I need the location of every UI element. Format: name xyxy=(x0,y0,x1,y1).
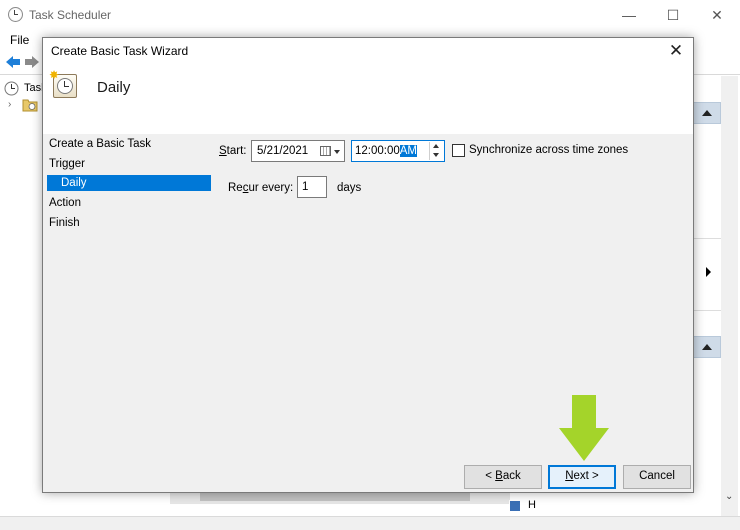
next-button-rest: ext > xyxy=(573,470,599,482)
step-daily[interactable]: Daily xyxy=(47,175,211,191)
green-down-arrow-icon xyxy=(559,395,609,461)
sync-time-zones-label[interactable]: Synchronize across time zones xyxy=(469,144,628,156)
menu-file[interactable]: File xyxy=(10,33,29,47)
back-button-rest: ack xyxy=(502,470,521,482)
main-window-title: Task Scheduler xyxy=(29,8,112,22)
cancel-button[interactable]: Cancel xyxy=(623,465,691,489)
back-button-mnemonic: B xyxy=(495,470,503,482)
sync-time-zones-checkbox[interactable] xyxy=(452,144,465,157)
start-date-value: 5/21/2021 xyxy=(257,145,309,157)
spin-down-icon[interactable] xyxy=(433,153,439,157)
recur-every-input[interactable]: 1 xyxy=(297,176,327,198)
start-time-picker[interactable]: 12:00:00AM xyxy=(351,140,445,162)
recur-every-value: 1 xyxy=(302,181,309,193)
start-label-mnemonic: S xyxy=(219,145,227,157)
clock-icon xyxy=(4,81,19,96)
recur-label-post: ur every: xyxy=(248,182,294,194)
actions-separator xyxy=(693,310,721,311)
submenu-arrow-icon[interactable] xyxy=(706,267,711,277)
statusbar xyxy=(0,516,740,530)
actions-separator xyxy=(693,238,721,239)
recur-unit-label: days xyxy=(337,182,362,194)
start-date-picker[interactable]: 5/21/2021 xyxy=(251,140,345,162)
minimize-button[interactable]: — xyxy=(606,0,652,30)
actions-help-partial[interactable]: H xyxy=(528,499,536,511)
main-titlebar: Task Scheduler — ☐ ✕ xyxy=(0,0,740,30)
help-icon[interactable] xyxy=(509,500,521,512)
step-create-basic-task[interactable]: Create a Basic Task xyxy=(49,136,151,152)
calendar-icon[interactable] xyxy=(320,146,331,156)
start-time-value: 12:00:00AM xyxy=(355,145,418,157)
dialog-close-icon[interactable]: ✕ xyxy=(661,38,691,64)
close-main-button[interactable]: ✕ xyxy=(694,0,740,30)
chevron-down-icon[interactable] xyxy=(334,150,340,154)
task-scheduler-clock-icon xyxy=(8,7,23,22)
next-button[interactable]: Next > xyxy=(548,465,616,489)
scroll-thumb[interactable] xyxy=(200,493,470,501)
vertical-scrollbar[interactable]: ⌄ xyxy=(721,76,738,516)
time-spinner[interactable] xyxy=(429,142,443,160)
start-time-ampm[interactable]: AM xyxy=(399,145,418,157)
next-button-mnemonic: N xyxy=(565,470,574,482)
folder-icon xyxy=(22,99,38,112)
maximize-button[interactable]: ☐ xyxy=(650,0,696,30)
wizard-header: ✸ Daily xyxy=(43,64,693,134)
start-label: Start: xyxy=(219,145,246,157)
daily-trigger-settings: Start: 5/21/2021 12:00:00AM Synchronize … xyxy=(213,134,683,454)
start-time-main: 12:00:00 xyxy=(355,145,400,157)
forward-arrow-icon[interactable] xyxy=(24,55,40,69)
back-button[interactable]: < Back xyxy=(464,465,542,489)
spin-up-icon[interactable] xyxy=(433,144,439,148)
back-button-prefix: < xyxy=(485,470,496,482)
scheduled-task-clock-icon: ✸ xyxy=(49,69,77,98)
step-trigger[interactable]: Trigger xyxy=(49,156,85,172)
chevron-right-icon[interactable]: › xyxy=(8,99,11,110)
recur-label-pre: Re xyxy=(228,182,243,194)
step-action[interactable]: Action xyxy=(49,195,81,211)
selected-item-collapse-button[interactable] xyxy=(693,336,721,358)
step-finish[interactable]: Finish xyxy=(49,215,80,231)
actions-collapse-button[interactable] xyxy=(693,102,721,124)
scroll-down-icon[interactable]: ⌄ xyxy=(725,491,733,502)
recur-every-label: Recur every: xyxy=(228,182,293,194)
back-arrow-icon[interactable] xyxy=(5,55,21,69)
dialog-title: Create Basic Task Wizard xyxy=(51,44,189,58)
dialog-titlebar: Create Basic Task Wizard ✕ xyxy=(43,38,693,64)
wizard-page-title: Daily xyxy=(97,79,131,96)
tree-pane: Task › xyxy=(0,76,47,516)
start-label-rest: tart: xyxy=(226,145,247,157)
